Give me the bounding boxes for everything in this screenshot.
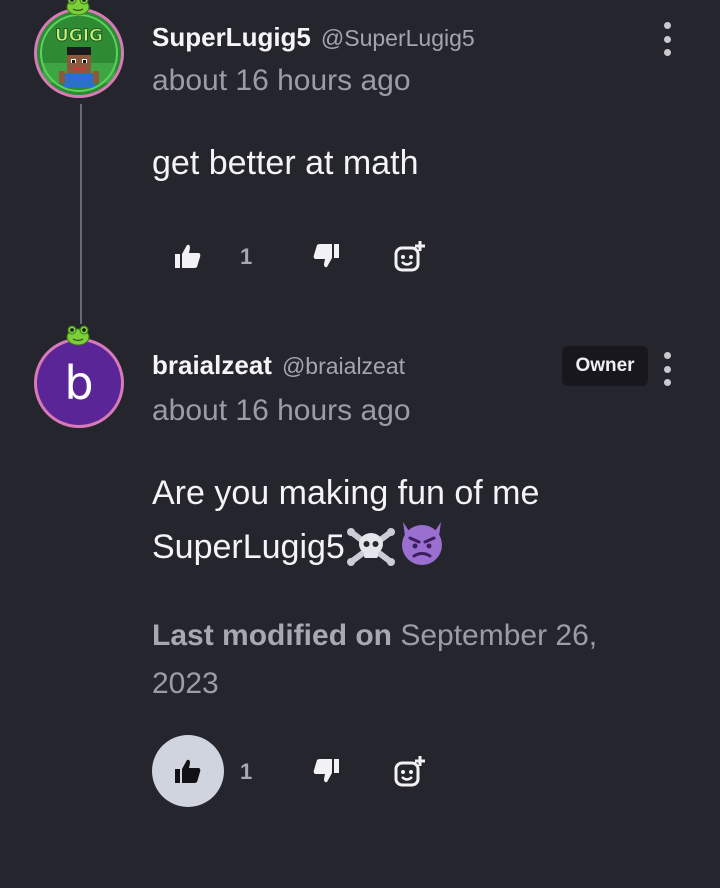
avatar[interactable]: b: [34, 325, 130, 434]
username[interactable]: SuperLugig5: [152, 22, 311, 53]
add-reaction-icon: [394, 241, 425, 272]
owner-badge: Owner: [562, 346, 648, 386]
comment-header: braialzeat @braialzeat: [152, 350, 405, 381]
comment-header: SuperLugig5 @SuperLugig5: [152, 22, 475, 53]
comment-timestamp: about 16 hours ago: [152, 394, 411, 427]
like-count: 1: [240, 244, 253, 269]
comment-thread: UGIG SuperLugig5 @SuperLugig5 about 16 h…: [0, 0, 720, 888]
last-modified-note: Last modified on September 26, 2023: [152, 612, 672, 708]
comment-body: Are you making fun of me SuperLugig5: [152, 468, 672, 572]
comment-body-line: SuperLugig5: [152, 518, 672, 572]
comment-body: get better at math: [152, 144, 419, 182]
comment-actions: 1: [152, 220, 452, 292]
comment-actions: 1: [152, 735, 452, 807]
user-handle[interactable]: @braialzeat: [282, 353, 405, 380]
thumbs-up-icon: [175, 244, 201, 268]
username[interactable]: braialzeat: [152, 350, 272, 381]
add-reaction-icon: [394, 756, 425, 787]
dislike-button[interactable]: [308, 238, 344, 274]
mention-text: SuperLugig5: [152, 528, 345, 566]
like-count: 1: [240, 759, 253, 784]
more-vertical-icon: [663, 22, 671, 29]
comment-body-line: Are you making fun of me: [152, 474, 540, 512]
avatar-letter: b: [34, 338, 124, 428]
user-handle[interactable]: @SuperLugig5: [321, 25, 475, 52]
add-reaction-button[interactable]: [390, 236, 430, 276]
more-options-button[interactable]: [656, 22, 678, 56]
thumbs-down-icon: [313, 244, 339, 268]
dislike-button[interactable]: [308, 753, 344, 789]
skull-crossbones-icon: [346, 528, 395, 566]
thumbs-up-icon: [175, 759, 201, 783]
more-options-button[interactable]: [656, 352, 678, 386]
avatar-image: UGIG: [34, 8, 124, 98]
add-reaction-button[interactable]: [390, 751, 430, 791]
frog-icon: [66, 325, 90, 346]
avatar[interactable]: UGIG: [34, 0, 130, 104]
thread-connector-line: [80, 104, 82, 324]
more-vertical-icon: [663, 352, 671, 359]
like-button[interactable]: [152, 220, 224, 292]
like-button[interactable]: [152, 735, 224, 807]
angry-devil-icon: [401, 522, 442, 565]
thumbs-down-icon: [313, 759, 339, 783]
frog-icon: [66, 0, 90, 16]
comment-timestamp: about 16 hours ago: [152, 64, 411, 97]
last-modified-label: Last modified on: [152, 619, 392, 652]
